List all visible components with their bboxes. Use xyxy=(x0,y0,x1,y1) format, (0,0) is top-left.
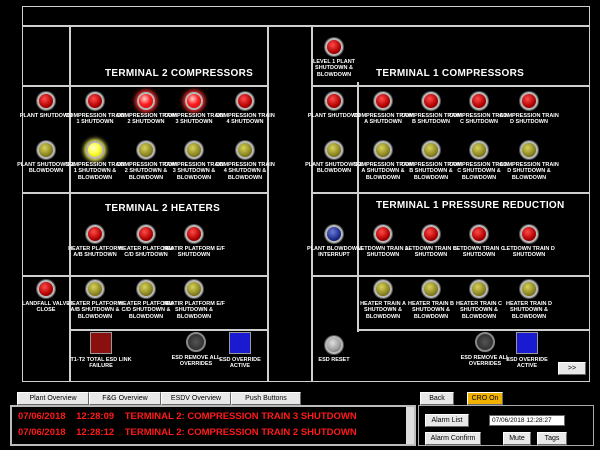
alarm-time: 12:28:12 xyxy=(76,427,115,438)
alarm-list[interactable]: 07/06/2018 12:28:09 TERMINAL 2: COMPRESS… xyxy=(10,405,416,446)
indicator-lamp-icon xyxy=(470,92,488,110)
t2-esd-override-indicator: ESD OVERRIDE ACTIVE xyxy=(209,332,271,370)
alarm-list-button[interactable]: Alarm List xyxy=(425,414,469,427)
alarm-message: TERMINAL 2: COMPRESSION TRAIN 2 SHUTDOWN xyxy=(124,427,357,438)
indicator-label: HEATIR PLATFORM E/F SHUTDOWN xyxy=(163,246,225,259)
indicator-label: COMPRESSION TRAIN 4 SHUTDOWN xyxy=(215,113,275,126)
push-buttons-button[interactable]: Push Buttons xyxy=(231,392,301,405)
indicator-lamp-icon xyxy=(422,225,440,243)
terminal2-compressors-title: TERMINAL 2 COMPRESSORS xyxy=(105,68,254,79)
t2-esd-override-box xyxy=(229,332,251,354)
indicator-lamp-icon xyxy=(374,92,392,110)
plant-overview-button[interactable]: Plant Overview xyxy=(17,392,89,405)
alarm-controls: Alarm List 07/06/2018 12:28:27 Alarm Con… xyxy=(418,405,594,446)
indicator-label: COMPRESSION TRAIN D SHUTDOWN xyxy=(499,113,559,126)
link-failure-indicator: T1-T2 TOTAL ESD LINK FAILURE xyxy=(70,332,132,370)
indicator-lamp-icon xyxy=(86,141,104,159)
t1-compressor-shutdown-lamp[interactable]: COMPRESSION TRAIN D SHUTDOWN xyxy=(498,88,560,142)
indicator-lamp-icon xyxy=(325,336,343,354)
t1-esd-override-label: ESD OVERRIDE ACTIVE xyxy=(506,357,548,370)
esd-remove-icon xyxy=(475,332,495,352)
indicator-label: COMPRESSION TRAIN D SHUTDOWN & BLOWDOWN xyxy=(499,162,559,181)
indicator-lamp-icon xyxy=(37,280,55,298)
indicator-lamp-icon xyxy=(37,92,55,110)
fg-overview-button[interactable]: F&G Overview xyxy=(89,392,161,405)
terminal1-pressure-title: TERMINAL 1 PRESSURE REDUCTION xyxy=(376,200,565,211)
indicator-lamp-icon xyxy=(520,141,538,159)
indicator-label: LEVEL 1 PLANT SHUTDOWN & BLOWDOWN xyxy=(312,59,356,78)
indicator-lamp-icon xyxy=(86,225,104,243)
indicator-lamp-icon xyxy=(422,141,440,159)
alarm-confirm-button[interactable]: Alarm Confirm xyxy=(425,432,481,445)
alarm-time: 12:28:09 xyxy=(76,411,115,422)
indicator-lamp-icon xyxy=(325,141,343,159)
indicator-lamp-icon xyxy=(422,92,440,110)
t2-esd-override-label: ESD OVERRIDE ACTIVE xyxy=(219,357,261,370)
indicator-label: HEATIR PLATFORM E/F SHUTDOWN & BLOWDOWN xyxy=(163,301,225,320)
mute-button[interactable]: Mute xyxy=(503,432,531,445)
link-failure-label: T1-T2 TOTAL ESD LINK FAILURE xyxy=(70,357,132,370)
indicator-lamp-icon xyxy=(374,141,392,159)
indicator-lamp-icon xyxy=(236,141,254,159)
alarm-scrollbar[interactable] xyxy=(406,407,414,444)
t1-heater-blowdown-lamp[interactable]: HEATER TRAIN D SHUTDOWN & BLOWDOWN xyxy=(498,276,560,330)
back-button[interactable]: Back xyxy=(420,392,454,405)
indicator-lamp-icon xyxy=(137,141,155,159)
t1-compressor-blowdown-lamp[interactable]: COMPRESSION TRAIN D SHUTDOWN & BLOWDOWN xyxy=(498,137,560,191)
t1-letdown-lamp[interactable]: LETDOWN TRAIN D SHUTDOWN xyxy=(498,221,560,275)
indicator-lamp-icon xyxy=(185,225,203,243)
next-page-button[interactable]: >> xyxy=(558,362,586,375)
indicator-label: HEATER TRAIN D SHUTDOWN & BLOWDOWN xyxy=(505,301,553,320)
indicator-lamp-icon xyxy=(86,92,104,110)
top-bar xyxy=(22,6,590,26)
indicator-label: COMPRESSION TRAIN 4 SHUTDOWN & BLOWDOWN xyxy=(215,162,275,181)
indicator-lamp-icon xyxy=(185,141,203,159)
t2-heater-shutdown-lamp[interactable]: HEATIR PLATFORM E/F SHUTDOWN xyxy=(163,221,225,275)
link-failure-box xyxy=(90,332,112,354)
indicator-lamp-icon xyxy=(374,225,392,243)
indicator-lamp-icon xyxy=(374,280,392,298)
indicator-lamp-icon xyxy=(520,92,538,110)
indicator-lamp-icon xyxy=(470,141,488,159)
t1-esd-override-box xyxy=(516,332,538,354)
esdv-overview-button[interactable]: ESDV Overview xyxy=(161,392,231,405)
indicator-lamp-icon xyxy=(37,141,55,159)
esd-remove-icon xyxy=(186,332,206,352)
indicator-lamp-icon xyxy=(325,38,343,56)
indicator-lamp-icon xyxy=(137,280,155,298)
indicator-lamp-icon xyxy=(422,280,440,298)
indicator-lamp-icon xyxy=(325,92,343,110)
indicator-lamp-icon xyxy=(137,225,155,243)
cro-on-button[interactable]: CRO On xyxy=(467,392,503,405)
esd-reset-button[interactable]: ESD RESET xyxy=(303,332,365,386)
indicator-lamp-icon xyxy=(185,280,203,298)
indicator-lamp-icon xyxy=(236,92,254,110)
indicator-lamp-icon xyxy=(470,225,488,243)
indicator-lamp-icon xyxy=(520,225,538,243)
alarm-row: 07/06/2018 12:28:09 TERMINAL 2: COMPRESS… xyxy=(18,411,357,422)
indicator-lamp-icon xyxy=(470,280,488,298)
alarm-row: 07/06/2018 12:28:12 TERMINAL 2: COMPRESS… xyxy=(18,427,357,438)
t2-heater-blowdown-lamp[interactable]: HEATIR PLATFORM E/F SHUTDOWN & BLOWDOWN xyxy=(163,276,225,330)
t2-compressor-shutdown-lamp[interactable]: COMPRESSION TRAIN 4 SHUTDOWN xyxy=(214,88,276,142)
tags-button[interactable]: Tags xyxy=(537,432,567,445)
indicator-lamp-icon xyxy=(86,280,104,298)
datetime-field: 07/06/2018 12:28:27 xyxy=(489,415,565,426)
t2-compressor-blowdown-lamp[interactable]: COMPRESSION TRAIN 4 SHUTDOWN & BLOWDOWN xyxy=(214,137,276,191)
alarm-message: TERMINAL 2: COMPRESSION TRAIN 3 SHUTDOWN xyxy=(124,411,357,422)
alarm-date: 07/06/2018 xyxy=(18,411,66,422)
indicator-label: ESD RESET xyxy=(318,357,350,363)
indicator-lamp-icon xyxy=(520,280,538,298)
indicator-label: LETDOWN TRAIN D SHUTDOWN xyxy=(503,246,555,259)
indicator-lamp-icon xyxy=(325,225,343,243)
indicator-lamp-icon xyxy=(185,92,203,110)
t1-esd-override-indicator: ESD OVERRIDE ACTIVE xyxy=(496,332,558,370)
t1-level1-lamp[interactable]: LEVEL 1 PLANT SHUTDOWN & BLOWDOWN xyxy=(303,34,365,88)
indicator-lamp-icon xyxy=(137,92,155,110)
alarm-date: 07/06/2018 xyxy=(18,427,66,438)
terminal1-compressors-title: TERMINAL 1 COMPRESSORS xyxy=(376,68,525,79)
terminal2-heaters-title: TERMINAL 2 HEATERS xyxy=(105,203,221,214)
